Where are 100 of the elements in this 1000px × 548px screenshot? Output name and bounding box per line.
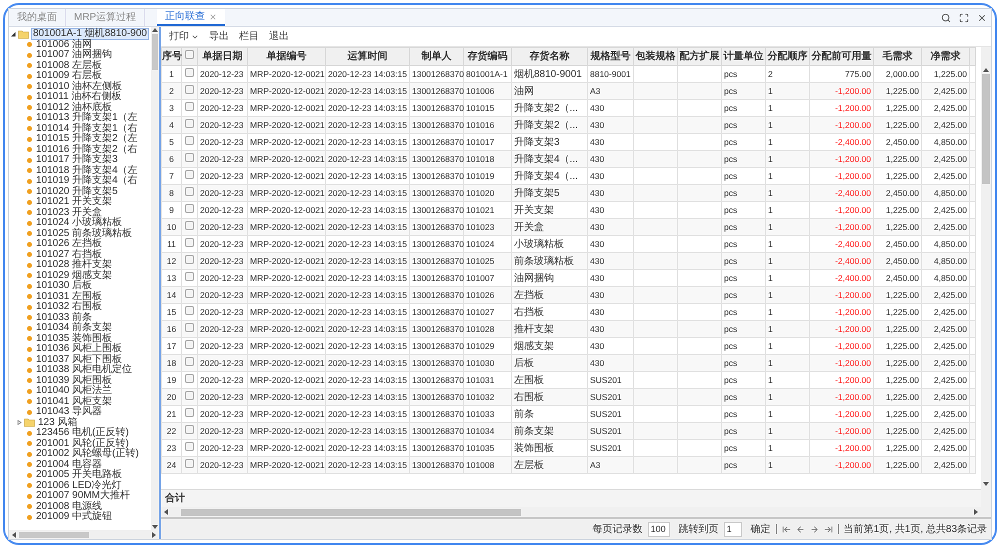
column-header[interactable]: 存货名称 [512,48,588,66]
tree-item[interactable]: 123 风箱 [37,418,78,428]
fullscreen-icon[interactable] [959,12,969,22]
checkbox[interactable] [185,118,194,128]
tree-item[interactable]: 201009 中式旋钮 [35,512,114,522]
tree-item[interactable]: 101037 风柜下围板 [35,354,124,365]
checkbox[interactable] [185,136,194,145]
tree-item[interactable]: 101017 升降支架3 [35,155,119,166]
page-size-field[interactable]: 100 [648,522,670,536]
tree-item[interactable]: 201008 电源线 [35,502,104,512]
column-header[interactable]: 序号 [162,48,182,66]
checkbox[interactable] [185,340,194,349]
vertical-scrollbar[interactable] [151,27,159,530]
tree-item[interactable]: 101035 装饰围板 [35,334,114,344]
toolbar-button[interactable]: 栏目 [239,29,259,44]
last-page-icon[interactable] [824,524,833,534]
tree-item[interactable]: 101006 油网 [35,40,94,50]
tree-item[interactable]: 101015 升降支架2（左 [35,134,139,144]
tree-item[interactable]: 101031 左围板 [35,292,104,302]
tree-item[interactable]: 101025 前条玻璃粘板 [35,228,134,239]
checkbox[interactable] [185,322,194,332]
scroll-left-icon[interactable] [163,509,169,515]
checkbox[interactable] [185,254,194,264]
checkbox[interactable] [185,220,194,230]
tree-item[interactable]: 101034 前条支架 [35,323,114,334]
tree-item[interactable]: 101019 升降支架4（右 [35,176,139,186]
column-header[interactable]: 运算时间 [326,48,410,66]
checkbox[interactable] [185,84,194,94]
tree-item[interactable]: 101027 右挡板 [35,250,104,260]
checkbox[interactable] [185,152,194,162]
checkbox[interactable] [185,288,194,298]
tree-item[interactable]: 101026 左挡板 [35,239,104,250]
tree-item[interactable]: 101029 烟感支架 [35,270,114,281]
checkbox[interactable] [185,442,194,451]
horizontal-scrollbar[interactable] [161,507,981,517]
checkbox[interactable] [185,68,194,77]
expanded-triangle-icon[interactable] [11,32,16,37]
collapsed-triangle-icon[interactable] [17,420,22,426]
tab[interactable]: 正向联查 [157,9,226,26]
checkbox[interactable] [185,272,194,281]
checkbox[interactable] [185,458,194,468]
tree-item[interactable]: 201006 LED冷光灯 [35,480,123,491]
toolbar-button[interactable]: 导出 [209,29,229,44]
tree-item[interactable]: 101024 小玻璃粘板 [35,218,124,228]
tree-item[interactable]: 101013 升降支架1（左 [35,113,139,124]
tree-item[interactable]: 101009 右层板 [35,71,104,82]
tree-item[interactable]: 101036 风柜上围板 [35,344,124,354]
checkbox[interactable] [185,238,194,247]
scrollbar-thumb[interactable] [19,532,89,538]
confirm-button[interactable]: 确定 [750,522,771,536]
scroll-left-icon[interactable] [11,532,17,538]
tree-item[interactable]: 201005 开关电路板 [35,470,124,480]
scroll-right-icon[interactable] [973,509,979,515]
checkbox[interactable] [185,408,194,417]
tree-item[interactable]: 101040 风柜法兰 [35,386,114,396]
tree-item[interactable]: 101011 油杯右侧板 [35,92,122,102]
checkbox[interactable] [185,102,194,111]
checkbox[interactable] [185,204,194,213]
tree-item[interactable]: 101028 推杆支架 [35,260,114,270]
tree-item[interactable]: 201001 风轮(正反转) [35,438,130,449]
tree-item[interactable]: 101018 升降支架4（左 [35,166,139,176]
tree-item[interactable]: 101033 前条 [35,312,94,323]
checkbox[interactable] [185,170,194,179]
tree-item[interactable]: 101014 升降支架1（右 [35,124,139,134]
checkbox[interactable] [185,374,194,383]
tree-item[interactable]: 101039 风柜围板 [35,376,114,386]
tree-item[interactable]: 101016 升降支架2（右 [35,144,139,155]
toolbar-button[interactable]: 退出 [269,29,289,44]
close-icon[interactable] [977,12,987,22]
horizontal-scrollbar[interactable] [9,530,159,539]
tree-item[interactable]: 101030 后板 [35,281,94,292]
tree-item[interactable]: 101012 油杯底板 [35,102,114,113]
tree-item[interactable]: 101021 开关支架 [35,197,114,208]
vertical-scrollbar[interactable] [981,47,991,517]
tree-item[interactable]: 201007 90MM大推杆 [35,491,131,502]
scrollbar-thumb[interactable] [181,508,521,516]
scroll-down-icon[interactable] [983,481,989,487]
tree-item[interactable]: 101007 油网捆钩 [35,50,114,60]
column-header[interactable]: 单据编号 [248,48,326,66]
previous-page-icon[interactable] [796,524,805,534]
tree-item[interactable]: 123456 电机(正反转) [35,428,130,438]
tree-item[interactable]: 101041 风柜支架 [35,396,114,407]
checkbox[interactable] [185,356,194,366]
tree-item[interactable]: 101038 风柜电机定位 [35,365,134,376]
tree-item[interactable]: 101043 导风器 [35,407,104,418]
checkbox[interactable] [185,186,194,196]
scrollbar-thumb[interactable] [152,34,158,70]
tree-item[interactable]: 201004 电容器 [35,460,104,470]
next-page-icon[interactable] [810,524,819,534]
scrollbar-thumb[interactable] [982,74,990,184]
tree-item[interactable]: 101020 升降支架5 [35,186,119,197]
tree-item[interactable]: 101032 右围板 [35,302,104,312]
tree-item[interactable]: 101010 油杯左侧板 [35,82,124,92]
tree-item[interactable]: 201002 风轮螺母(正转) [35,449,140,460]
goto-page-field[interactable]: 1 [724,522,742,536]
checkbox[interactable] [185,390,194,400]
first-page-icon[interactable] [782,524,791,534]
search-icon[interactable] [941,12,951,22]
tree-item[interactable]: 101008 左层板 [35,60,104,71]
tree-item[interactable]: 101023 开关盒 [35,208,104,218]
